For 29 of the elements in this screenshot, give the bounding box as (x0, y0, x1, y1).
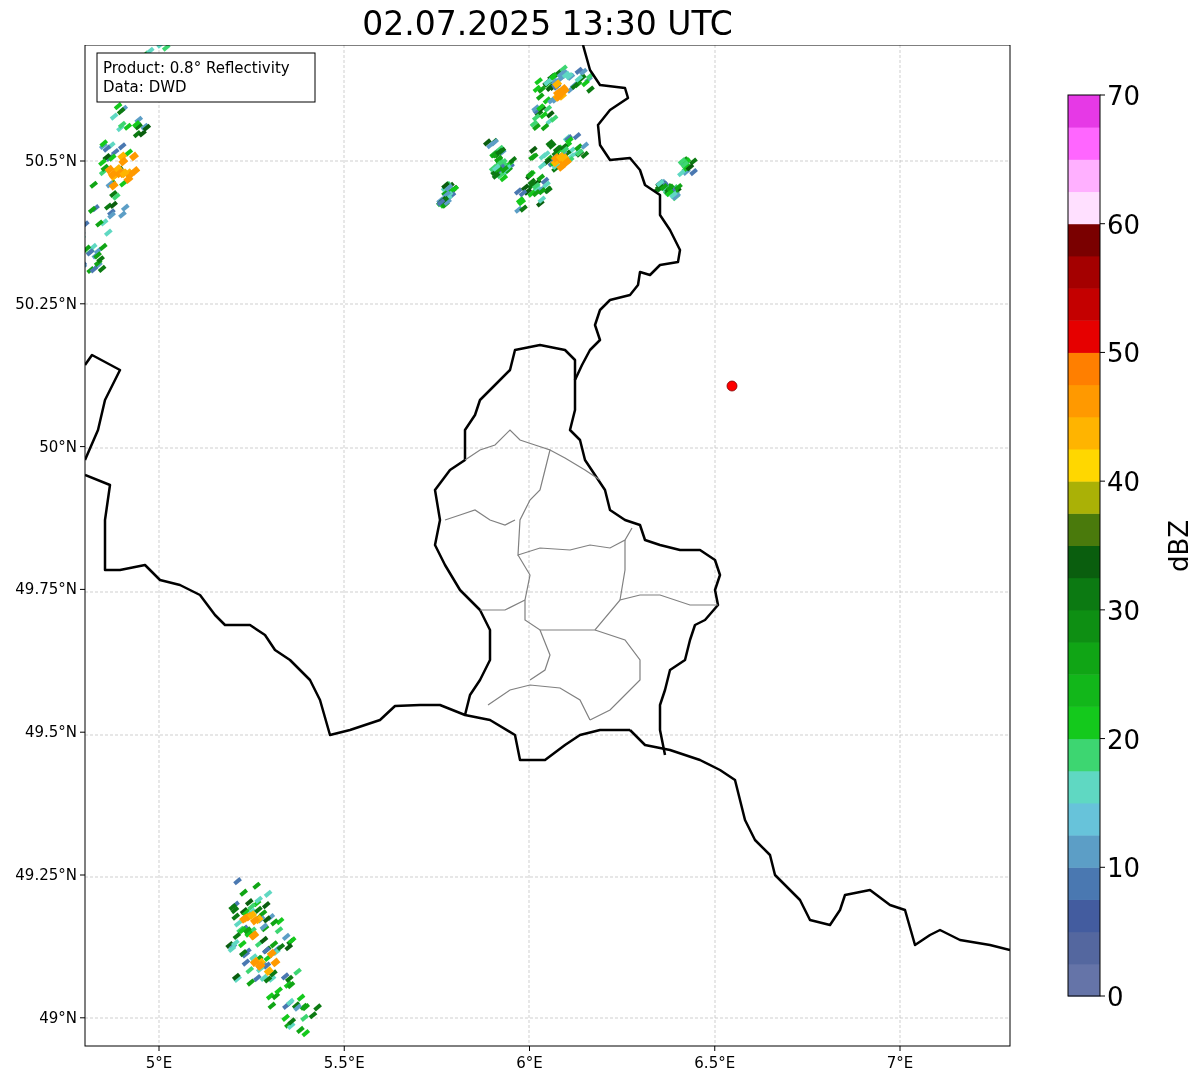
info-text: Product: 0.8° Reflectivity (103, 59, 290, 77)
radar-echo (529, 64, 595, 132)
colorbar-tick-label: 40 (1107, 467, 1141, 498)
colorbar-tick-label: 0 (1107, 982, 1124, 1012)
radar-echo (653, 178, 683, 202)
axis-tick-label: 5°E (145, 1054, 173, 1072)
info-text: Data: DWD (103, 78, 187, 96)
axis-tick-label: 49.25°N (15, 866, 77, 884)
axis-tick-label: 50°N (39, 437, 77, 456)
colorbar-tick-label: 60 (1107, 209, 1141, 240)
chart-title: 02.07.2025 13:30 UTC (361, 3, 734, 45)
axis-tick-label: 50.25°N (15, 294, 77, 313)
axis-tick-label: 7°E (886, 1054, 914, 1072)
location-marker (726, 380, 738, 392)
axis-tick-label: 6.5°E (694, 1054, 736, 1072)
colorbar-tick-label: 20 (1107, 724, 1141, 755)
axis-tick-label: 50.5°N (24, 152, 77, 170)
colorbar-tick-label: 30 (1107, 595, 1141, 626)
radar-echo (677, 156, 698, 178)
colorbar-tick-label: 10 (1107, 853, 1141, 884)
colorbar-label: dBZ (1164, 519, 1194, 573)
axis-tick-label: 49.75°N (15, 580, 77, 599)
axis-tick-label: 49°N (39, 1008, 77, 1027)
axis-tick-label: 5.5°E (323, 1054, 365, 1072)
axis-tick-label: 49.5°N (24, 723, 77, 742)
colorbar-tick-label: 70 (1107, 81, 1141, 111)
radar-echo (436, 180, 460, 209)
axis-tick-label: 6°E (516, 1054, 543, 1072)
colorbar-tick-label: 50 (1107, 338, 1141, 369)
